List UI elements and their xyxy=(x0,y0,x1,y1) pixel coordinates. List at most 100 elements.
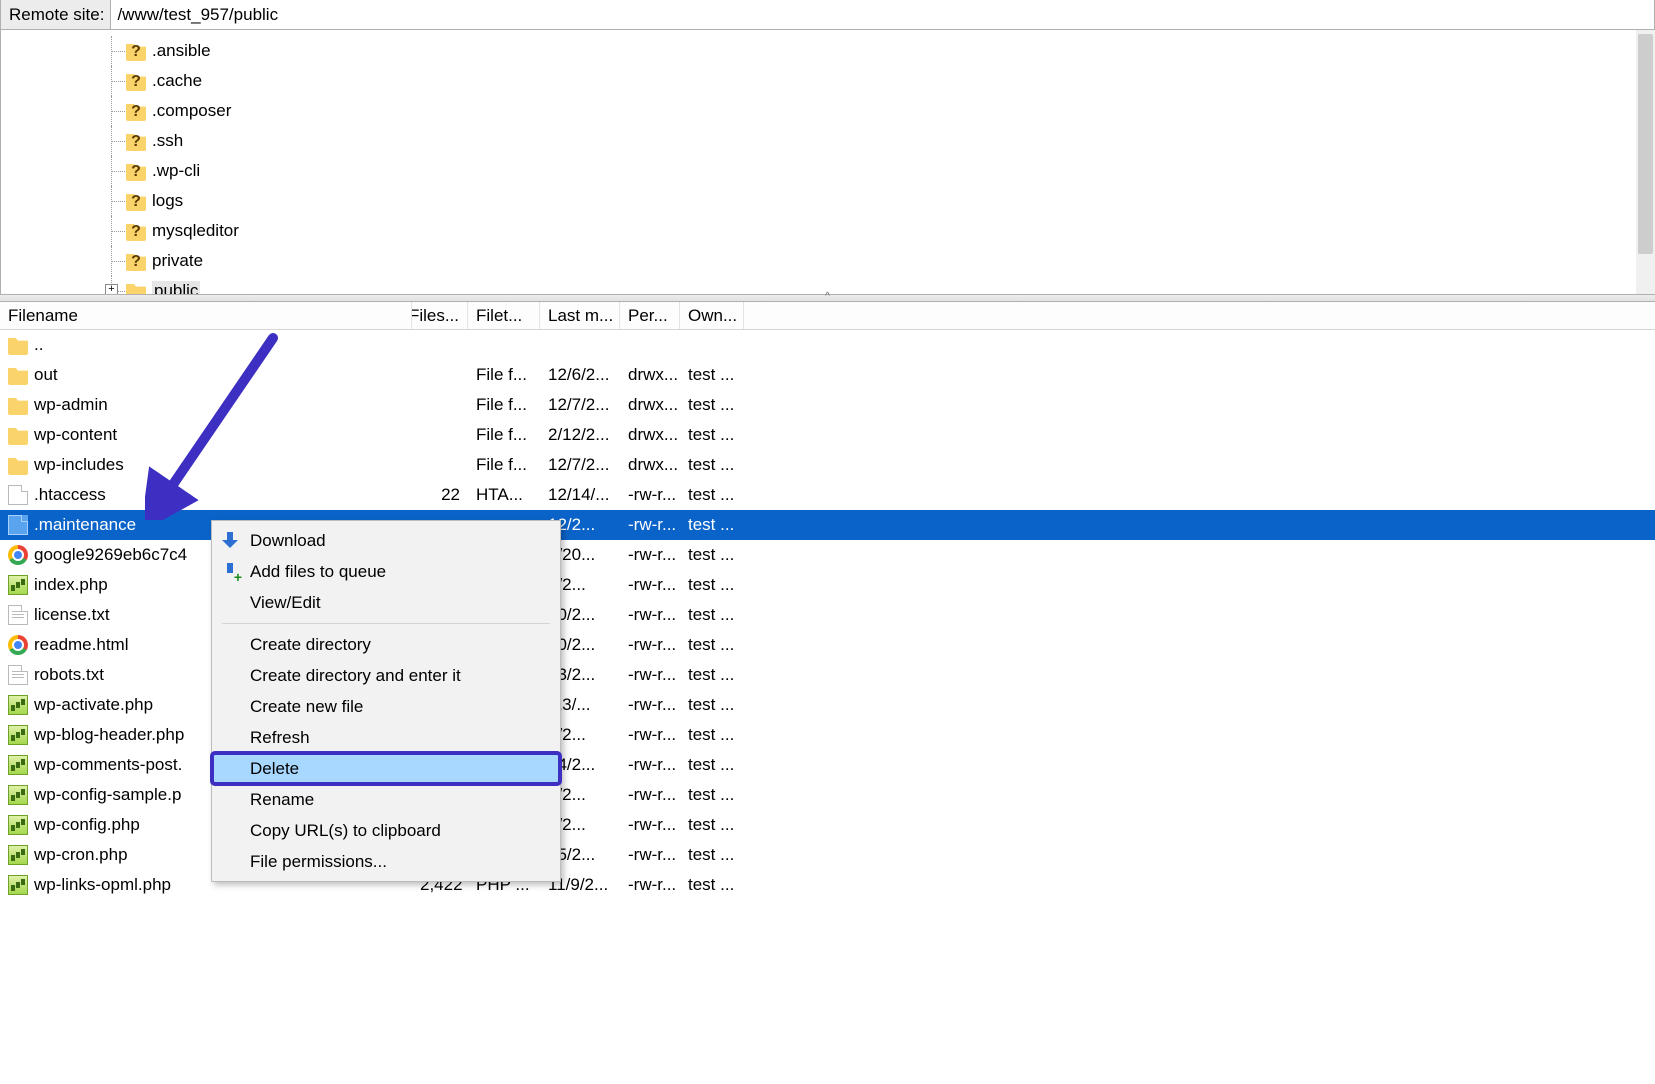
file-owner: test ... xyxy=(680,725,744,745)
folder-unknown-icon xyxy=(126,251,146,271)
php-file-icon xyxy=(8,725,28,745)
file-perm: drwx... xyxy=(620,395,680,415)
file-owner: test ... xyxy=(680,485,744,505)
file-date: 12/7/2... xyxy=(540,455,620,475)
text-file-icon xyxy=(8,605,28,625)
file-name: wp-config.php xyxy=(34,815,140,835)
column-permissions[interactable]: Per... xyxy=(620,302,680,329)
file-row[interactable]: wp-includesFile f...12/7/2...drwx...test… xyxy=(0,450,1655,480)
ctx-create-dir-enter[interactable]: Create directory and enter it xyxy=(212,660,560,691)
tree-item-label: .ansible xyxy=(152,41,211,61)
file-row[interactable]: .. xyxy=(0,330,1655,360)
file-date: 12/7/2... xyxy=(540,395,620,415)
file-perm: -rw-r... xyxy=(620,485,680,505)
file-context-menu: Download Add files to queue View/Edit Cr… xyxy=(211,520,561,882)
folder-unknown-icon xyxy=(126,191,146,211)
tree-item-label: .composer xyxy=(152,101,231,121)
ctx-refresh[interactable]: Refresh xyxy=(212,722,560,753)
file-perm: -rw-r... xyxy=(620,755,680,775)
file-name: wp-activate.php xyxy=(34,695,153,715)
folder-unknown-icon xyxy=(126,221,146,241)
file-row[interactable]: wp-contentFile f...2/12/2...drwx...test … xyxy=(0,420,1655,450)
tree-item[interactable]: mysqleditor xyxy=(1,216,1655,246)
file-row[interactable]: outFile f...12/6/2...drwx...test ... xyxy=(0,360,1655,390)
file-owner: test ... xyxy=(680,425,744,445)
ctx-copy-url[interactable]: Copy URL(s) to clipboard xyxy=(212,815,560,846)
tree-item[interactable]: .ansible xyxy=(1,36,1655,66)
remote-path-input[interactable] xyxy=(111,0,1654,29)
tree-item-label: logs xyxy=(152,191,183,211)
file-perm: -rw-r... xyxy=(620,545,680,565)
file-perm: -rw-r... xyxy=(620,845,680,865)
file-icon xyxy=(8,485,28,505)
file-name: .maintenance xyxy=(34,515,136,535)
tree-expander-icon[interactable]: + xyxy=(105,284,118,294)
file-name: wp-comments-post. xyxy=(34,755,182,775)
file-type: File f... xyxy=(468,365,540,385)
file-name: wp-blog-header.php xyxy=(34,725,184,745)
file-perm: -rw-r... xyxy=(620,875,680,895)
file-name: wp-config-sample.p xyxy=(34,785,181,805)
file-owner: test ... xyxy=(680,695,744,715)
file-row[interactable]: .htaccess22HTA...12/14/...-rw-r...test .… xyxy=(0,480,1655,510)
file-perm: -rw-r... xyxy=(620,635,680,655)
file-type: HTA... xyxy=(468,485,540,505)
file-date: 2/12/2... xyxy=(540,425,620,445)
file-perm: drwx... xyxy=(620,455,680,475)
ctx-add-queue[interactable]: Add files to queue xyxy=(212,556,560,587)
ctx-create-file[interactable]: Create new file xyxy=(212,691,560,722)
folder-icon xyxy=(8,455,28,475)
tree-item[interactable]: .cache xyxy=(1,66,1655,96)
file-perm: drwx... xyxy=(620,365,680,385)
file-owner: test ... xyxy=(680,365,744,385)
ctx-create-dir[interactable]: Create directory xyxy=(212,629,560,660)
folder-icon xyxy=(8,335,28,355)
ctx-delete[interactable]: Delete xyxy=(212,753,560,784)
tree-item[interactable]: .ssh xyxy=(1,126,1655,156)
tree-item[interactable]: private xyxy=(1,246,1655,276)
ctx-view-edit[interactable]: View/Edit xyxy=(212,587,560,618)
file-name: license.txt xyxy=(34,605,110,625)
file-owner: test ... xyxy=(680,845,744,865)
php-file-icon xyxy=(8,785,28,805)
column-filesize[interactable]: Files... xyxy=(412,302,468,329)
file-icon xyxy=(8,515,28,535)
php-file-icon xyxy=(8,755,28,775)
ctx-rename[interactable]: Rename xyxy=(212,784,560,815)
file-owner: test ... xyxy=(680,545,744,565)
file-row[interactable]: wp-adminFile f...12/7/2...drwx...test ..… xyxy=(0,390,1655,420)
file-list-header[interactable]: Filename Files... Filet... Last m... Per… xyxy=(0,302,1655,330)
ctx-separator xyxy=(222,623,550,624)
file-perm: drwx... xyxy=(620,425,680,445)
column-owner[interactable]: Own... xyxy=(680,302,744,329)
tree-item[interactable]: .wp-cli xyxy=(1,156,1655,186)
folder-icon xyxy=(8,365,28,385)
tree-item[interactable]: .composer xyxy=(1,96,1655,126)
file-name: wp-admin xyxy=(34,395,108,415)
ctx-file-perm[interactable]: File permissions... xyxy=(212,846,560,877)
tree-item-label: .cache xyxy=(152,71,202,91)
file-owner: test ... xyxy=(680,785,744,805)
file-type: File f... xyxy=(468,395,540,415)
file-perm: -rw-r... xyxy=(620,665,680,685)
tree-item[interactable]: logs xyxy=(1,186,1655,216)
remote-tree-pane[interactable]: .ansible .cache .composer .ssh .wp-cli logs my… xyxy=(0,30,1655,294)
php-file-icon xyxy=(8,815,28,835)
file-perm: -rw-r... xyxy=(620,575,680,595)
ctx-refresh-label: Refresh xyxy=(250,728,310,748)
ctx-create-dir-enter-label: Create directory and enter it xyxy=(250,666,461,686)
text-file-icon xyxy=(8,665,28,685)
column-filetype[interactable]: Filet... xyxy=(468,302,540,329)
file-name: out xyxy=(34,365,58,385)
ctx-file-perm-label: File permissions... xyxy=(250,852,387,872)
file-type: File f... xyxy=(468,425,540,445)
file-perm: -rw-r... xyxy=(620,725,680,745)
add-queue-icon xyxy=(220,562,240,582)
column-lastmod[interactable]: Last m... xyxy=(540,302,620,329)
file-owner: test ... xyxy=(680,635,744,655)
ctx-download[interactable]: Download xyxy=(212,525,560,556)
file-name: wp-links-opml.php xyxy=(34,875,171,895)
pane-splitter[interactable] xyxy=(0,294,1655,302)
tree-item-label: .ssh xyxy=(152,131,183,151)
column-filename[interactable]: Filename xyxy=(0,302,412,329)
